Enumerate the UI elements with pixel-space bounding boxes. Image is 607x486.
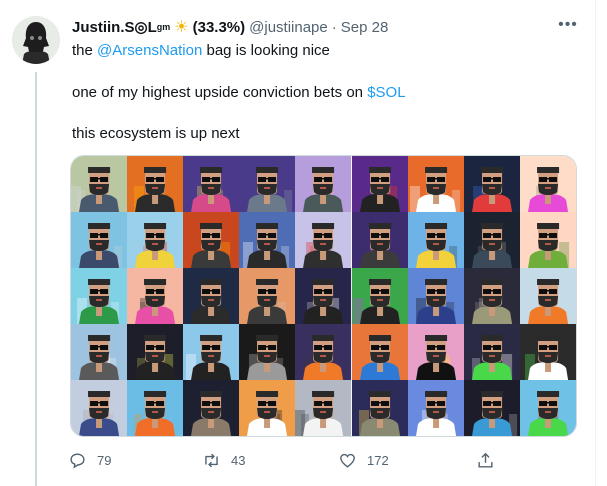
line1-prefix: the [72, 42, 98, 59]
mention-link[interactable]: @ArsensNation [97, 42, 202, 59]
line2-prefix: one of my highest upside conviction bets… [72, 84, 368, 101]
nft-tile [239, 268, 296, 324]
nft-tile [127, 212, 184, 268]
heart-icon [340, 453, 355, 468]
nft-tile [71, 268, 128, 324]
nft-tile [463, 380, 520, 436]
nft-tile [463, 268, 520, 324]
nft-tile [519, 380, 576, 436]
nft-tile [351, 324, 408, 380]
nft-tile [407, 324, 464, 380]
thread-connector [35, 72, 37, 486]
nft-tile [127, 156, 184, 212]
nft-tile [351, 212, 408, 268]
reply-button[interactable]: 79 [68, 446, 111, 474]
sun-emoji-icon: ☀ [174, 19, 189, 36]
like-button[interactable]: 172 [338, 446, 389, 474]
nft-tile [519, 324, 576, 380]
retweet-count: 43 [231, 452, 246, 468]
tweet-text-line-3: this ecosystem is up next [72, 125, 240, 142]
nft-tile [183, 268, 240, 324]
nft-tile [183, 156, 240, 212]
retweet-icon [205, 453, 218, 467]
separator-dot: · [331, 18, 337, 36]
nft-tile [351, 156, 408, 212]
nft-tile [127, 380, 184, 436]
tweet-actions: 79 43 172 [68, 446, 498, 474]
tweet-text-line-1: the @ArsensNation bag is looking nice [72, 42, 330, 59]
name-superscript: gm [156, 22, 171, 32]
display-name-percent: (33.3%) [192, 18, 246, 36]
nft-tile [407, 268, 464, 324]
nft-tile [519, 268, 576, 324]
nft-tile [183, 324, 240, 380]
avatar-image [12, 16, 60, 64]
share-button[interactable] [476, 446, 495, 474]
more-options-icon[interactable]: ••• [554, 17, 582, 38]
nft-tile [183, 380, 240, 436]
user-handle[interactable]: @justiinape [249, 19, 328, 36]
nft-tile [463, 156, 520, 212]
nft-tile [183, 212, 240, 268]
cashtag-link[interactable]: $SOL [367, 84, 405, 101]
reply-count: 79 [97, 452, 112, 468]
tweet-header: Justiin.S◎L gm ☀ (33.3%) @justiinape · Se… [72, 16, 388, 38]
nft-tile [127, 268, 184, 324]
reply-icon [70, 452, 85, 469]
nft-tile [71, 212, 128, 268]
share-icon [478, 452, 493, 468]
nft-tile [295, 380, 352, 436]
nft-tile [239, 324, 296, 380]
nft-tile [407, 380, 464, 436]
nft-tile [239, 156, 296, 212]
nft-tile [71, 380, 128, 436]
like-count: 172 [367, 452, 389, 468]
nft-tile [127, 324, 184, 380]
line1-suffix: bag is looking nice [202, 42, 330, 59]
nft-tile [463, 212, 520, 268]
nft-tile [407, 156, 464, 212]
nft-tile [351, 380, 408, 436]
nft-tile [239, 212, 296, 268]
nft-tile [519, 156, 576, 212]
tweet-date[interactable]: Sep 28 [341, 19, 389, 36]
nft-tile [519, 212, 576, 268]
nft-tile [295, 212, 352, 268]
nft-tile [295, 324, 352, 380]
nft-tile [239, 380, 296, 436]
column-border [595, 0, 596, 486]
nft-tile [407, 212, 464, 268]
nft-tile [295, 156, 352, 212]
nft-tile [351, 268, 408, 324]
tweet-media-image[interactable] [70, 155, 577, 437]
nft-tile [463, 324, 520, 380]
nft-tile [295, 268, 352, 324]
nft-tile [71, 324, 128, 380]
avatar[interactable] [12, 16, 60, 64]
nft-tile [71, 156, 128, 212]
tweet-text-line-2: one of my highest upside conviction bets… [72, 84, 406, 101]
display-name[interactable]: Justiin.S◎L [72, 18, 157, 36]
retweet-button[interactable]: 43 [202, 446, 245, 474]
